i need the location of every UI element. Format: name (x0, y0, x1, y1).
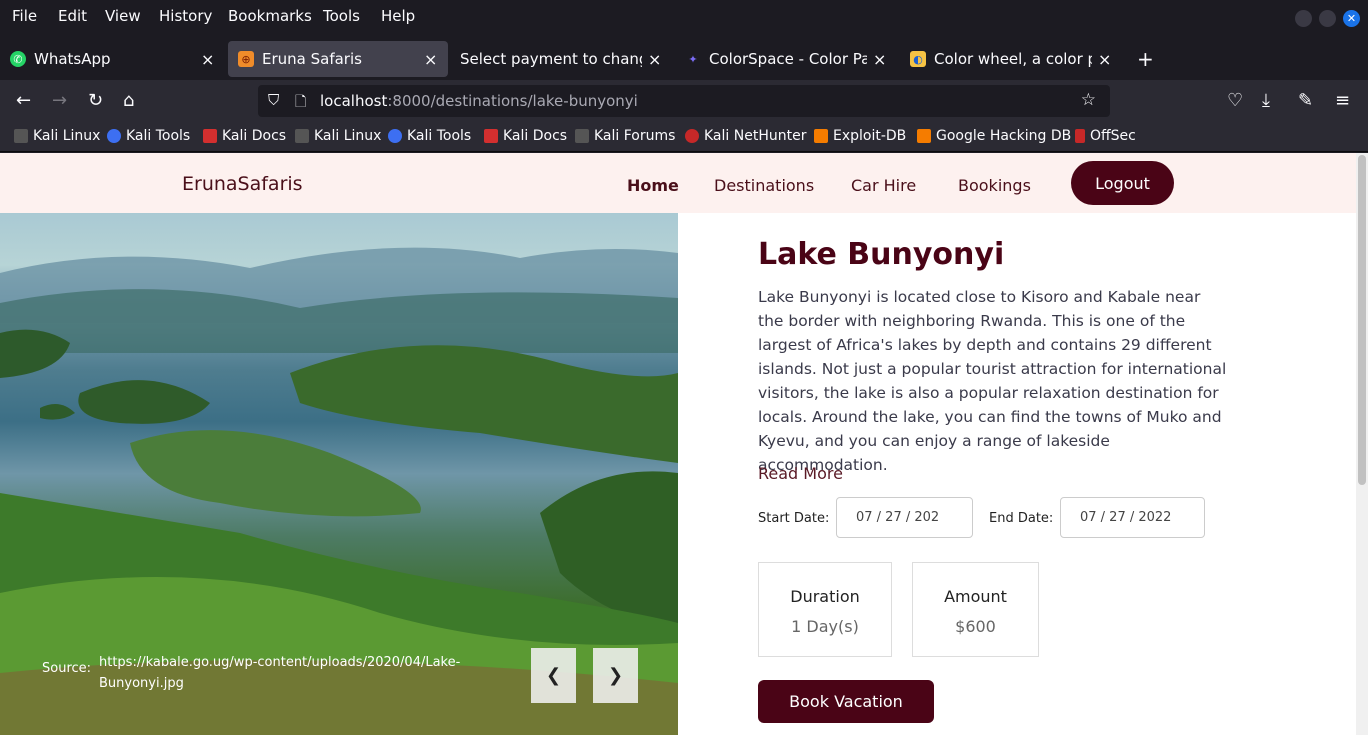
menu-tools[interactable]: Tools (323, 7, 360, 25)
url-bar[interactable]: ⛉ 🗋 localhost:8000/destinations/lake-bun… (258, 85, 1110, 117)
window-close-button[interactable]: ✕ (1343, 10, 1360, 27)
carousel-prev-button[interactable]: ❮ (531, 648, 576, 703)
minimize-button[interactable] (1295, 10, 1312, 27)
download-icon[interactable]: ⤓ (1262, 91, 1270, 111)
menu-history[interactable]: History (159, 7, 212, 25)
tab-label: Eruna Safaris (262, 50, 362, 68)
tab-label: ColorSpace - Color Palett (709, 50, 867, 68)
bookmark-kali-linux-2[interactable]: Kali Linux (295, 128, 381, 144)
kali-dragon-icon (14, 129, 28, 143)
image-source-url: https://kabale.go.ug/wp-content/uploads/… (99, 655, 461, 691)
star-icon[interactable]: ☆ (1081, 90, 1096, 110)
image-source-label: Source: (42, 661, 92, 676)
page-scrollbar[interactable] (1356, 153, 1368, 735)
close-tab-icon[interactable]: × (873, 50, 887, 69)
nav-destinations[interactable]: Destinations (714, 176, 814, 195)
menu-bar: File Edit View History Bookmarks Tools H… (0, 0, 1368, 33)
kali-docs-icon (203, 129, 217, 143)
destination-description: Lake Bunyonyi is located close to Kisoro… (758, 288, 1227, 474)
duration-card: Duration 1 Day(s) (758, 562, 892, 657)
offsec-icon (1075, 129, 1085, 143)
carousel-next-button[interactable]: ❯ (593, 648, 638, 703)
bookmark-kali-linux[interactable]: Kali Linux (14, 128, 100, 144)
maximize-button[interactable] (1319, 10, 1336, 27)
menu-edit[interactable]: Edit (58, 7, 87, 25)
bookmark-kali-docs-2[interactable]: Kali Docs (484, 128, 567, 144)
bookmark-kali-tools-2[interactable]: Kali Tools (388, 128, 471, 144)
tab-label: Color wheel, a color palet (934, 50, 1092, 68)
menu-file[interactable]: File (12, 7, 37, 25)
nav-home[interactable]: Home (627, 176, 679, 195)
bookmark-kali-forums[interactable]: Kali Forums (575, 128, 675, 144)
page-icon: 🗋 (295, 94, 307, 110)
web-page: ErunaSafaris Home Destinations Car Hire … (0, 153, 1356, 735)
end-date-input[interactable]: 07 / 27 / 2022 (1060, 497, 1205, 538)
logout-button[interactable]: Logout (1071, 161, 1174, 205)
tab-eruna-safaris[interactable]: ⊕ Eruna Safaris × (228, 41, 448, 77)
colorspace-icon: ✦ (688, 52, 698, 66)
menu-bookmarks[interactable]: Bookmarks (228, 7, 312, 25)
destination-title: Lake Bunyonyi (758, 237, 1005, 272)
colorwheel-icon: ◐ (910, 51, 926, 67)
bookmark-kali-nethunter[interactable]: Kali NetHunter (685, 128, 806, 144)
exploit-db-icon (814, 129, 828, 143)
kali-docs-icon (484, 129, 498, 143)
reload-icon[interactable]: ↻ (88, 91, 103, 111)
bookmark-exploit-db[interactable]: Exploit-DB (814, 128, 906, 144)
site-header: ErunaSafaris Home Destinations Car Hire … (0, 153, 1356, 213)
end-date-label: End Date: (989, 511, 1054, 526)
amount-card: Amount $600 (912, 562, 1039, 657)
duration-value: 1 Day(s) (791, 617, 859, 636)
kali-tools-icon (388, 129, 402, 143)
read-more-link[interactable]: Read More (758, 464, 843, 483)
tab-bar: ✆ WhatsApp × ⊕ Eruna Safaris × Select pa… (0, 33, 1368, 80)
tab-color-wheel[interactable]: ◐ Color wheel, a color palet × (900, 41, 1122, 77)
home-icon[interactable]: ⌂ (123, 91, 134, 111)
destination-image-carousel: Source: https://kabale.go.ug/wp-content/… (0, 213, 678, 735)
menu-view[interactable]: View (105, 7, 141, 25)
site-favicon: ⊕ (238, 51, 254, 67)
scrollbar-thumb[interactable] (1358, 155, 1366, 485)
bookmark-offsec[interactable]: OffSec (1075, 128, 1136, 144)
tab-label: Select payment to change | D (460, 50, 642, 68)
tab-label: WhatsApp (34, 50, 111, 68)
extension-icon[interactable]: ✎ (1298, 91, 1313, 111)
kali-forums-icon (575, 129, 589, 143)
forward-icon[interactable]: → (52, 91, 67, 111)
start-date-label: Start Date: (758, 511, 830, 526)
site-brand[interactable]: ErunaSafaris (182, 173, 303, 195)
amount-label: Amount (944, 587, 1007, 606)
navigation-toolbar: ← → ↻ ⌂ ⛉ 🗋 localhost:8000/destinations/… (0, 80, 1368, 122)
tab-select-payment[interactable]: Select payment to change | D × (450, 41, 672, 77)
close-tab-icon[interactable]: × (424, 50, 438, 69)
nav-bookings[interactable]: Bookings (958, 176, 1031, 195)
shield-icon[interactable]: ⛉ (268, 91, 279, 109)
kali-tools-icon (107, 129, 121, 143)
book-vacation-button[interactable]: Book Vacation (758, 680, 934, 723)
nethunter-icon (685, 129, 699, 143)
whatsapp-icon: ✆ (10, 51, 26, 67)
pocket-icon[interactable]: ♡ (1227, 91, 1243, 111)
close-tab-icon[interactable]: × (1098, 50, 1112, 69)
menu-help[interactable]: Help (381, 7, 415, 25)
nav-car-hire[interactable]: Car Hire (851, 176, 916, 195)
close-tab-icon[interactable]: × (201, 50, 215, 69)
bookmark-google-hacking-db[interactable]: Google Hacking DB (917, 128, 1071, 144)
back-icon[interactable]: ← (16, 91, 31, 111)
tab-colorspace[interactable]: ✦ ColorSpace - Color Palett × (675, 41, 897, 77)
bookmark-kali-tools[interactable]: Kali Tools (107, 128, 190, 144)
ghdb-icon (917, 129, 931, 143)
kali-dragon-icon (295, 129, 309, 143)
bookmark-kali-docs[interactable]: Kali Docs (203, 128, 286, 144)
amount-value: $600 (955, 617, 996, 636)
start-date-input[interactable]: 07 / 27 / 202 (836, 497, 973, 538)
tab-whatsapp[interactable]: ✆ WhatsApp × (0, 41, 225, 77)
close-tab-icon[interactable]: × (648, 50, 662, 69)
bookmarks-toolbar: Kali Linux Kali Tools Kali Docs Kali Lin… (0, 122, 1368, 152)
hamburger-menu-icon[interactable]: ≡ (1335, 91, 1350, 111)
url-text[interactable]: localhost:8000/destinations/lake-bunyony… (320, 92, 638, 110)
new-tab-button[interactable]: + (1137, 47, 1154, 71)
duration-label: Duration (790, 587, 860, 606)
